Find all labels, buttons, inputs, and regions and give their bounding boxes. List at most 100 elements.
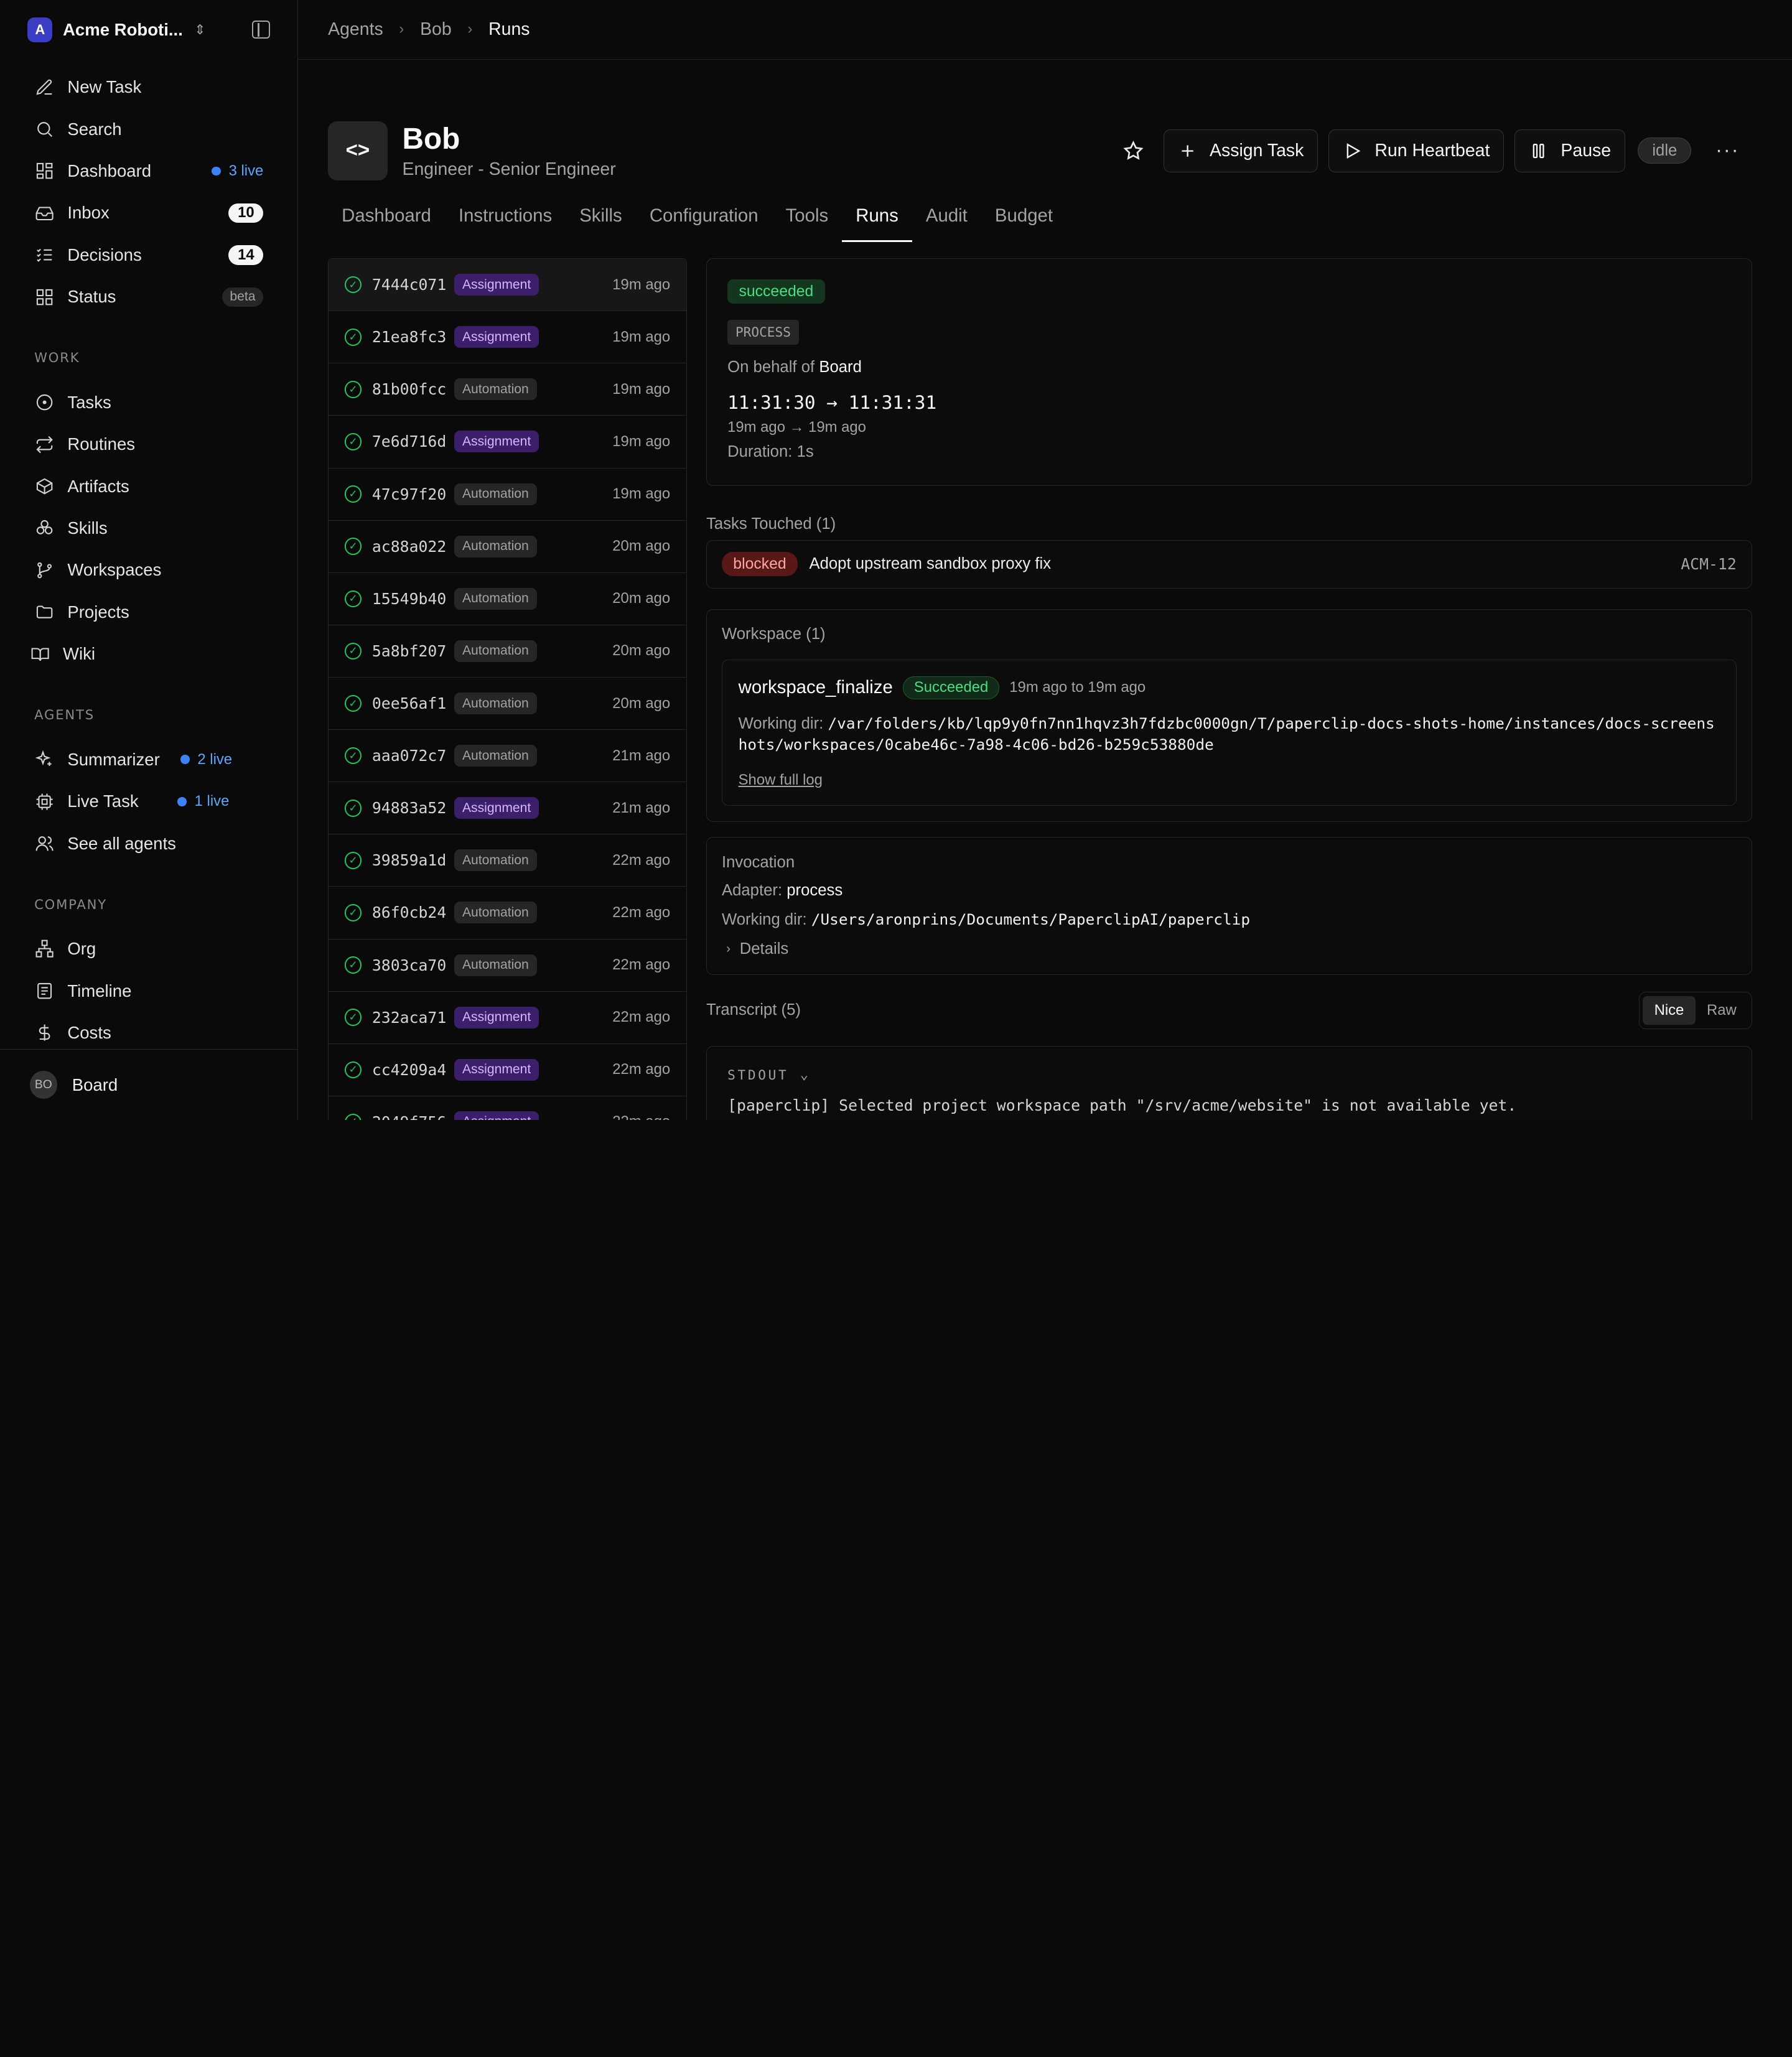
run-row[interactable]: ✓ 7444c071 Assignment 19m ago — [329, 259, 686, 312]
sidebar-item-label: Inbox — [67, 203, 110, 223]
run-row[interactable]: ✓ 15549b40 Automation 20m ago — [329, 573, 686, 625]
sidebar-item-org[interactable]: Org — [16, 928, 282, 969]
run-row[interactable]: ✓ 232aca71 Assignment 22m ago — [329, 992, 686, 1044]
pause-button[interactable]: Pause — [1514, 129, 1626, 173]
run-row[interactable]: ✓ 7e6d716d Assignment 19m ago — [329, 416, 686, 469]
run-id: cc4209a4 — [371, 1060, 447, 1079]
run-type-badge: Automation — [454, 745, 537, 767]
invocation-details-toggle[interactable]: › Details — [722, 940, 1737, 958]
sidebar-item-skills[interactable]: Skills — [16, 507, 282, 549]
run-id: 94883a52 — [371, 799, 447, 818]
check-circle-icon: ✓ — [344, 276, 362, 294]
run-row[interactable]: ✓ 0ee56af1 Automation 20m ago — [329, 678, 686, 730]
run-row[interactable]: ✓ 94883a52 Assignment 21m ago — [329, 782, 686, 835]
run-type-badge: Assignment — [454, 326, 539, 348]
check-circle-icon: ✓ — [344, 1113, 362, 1120]
sidebar-item-summarizer[interactable]: Summarizer 2 live — [16, 739, 282, 780]
run-id: aaa072c7 — [371, 747, 447, 765]
check-circle-icon: ✓ — [344, 590, 362, 608]
sidebar-item-label: New Task — [67, 77, 142, 97]
tab-instructions[interactable]: Instructions — [445, 205, 566, 243]
decisions-count-badge: 14 — [228, 245, 264, 265]
run-row[interactable]: ✓ 2049f756Assignment 22m ago — [329, 1096, 686, 1120]
run-type-badge: Automation — [454, 378, 537, 401]
task-row[interactable]: blocked Adopt upstream sandbox proxy fix… — [706, 540, 1752, 589]
user-menu[interactable]: BO Board — [0, 1049, 298, 1120]
run-row[interactable]: ✓ 47c97f20 Automation 19m ago — [329, 469, 686, 521]
run-row[interactable]: ✓ 39859a1d Automation 22m ago — [329, 834, 686, 887]
repeat-icon — [34, 434, 55, 455]
sidebar-item-artifacts[interactable]: Artifacts — [16, 465, 282, 507]
run-row[interactable]: ✓ 5a8bf207 Automation 20m ago — [329, 625, 686, 678]
run-row[interactable]: ✓ 21ea8fc3 Assignment 19m ago — [329, 311, 686, 364]
sidebar-item-decisions[interactable]: Decisions 14 — [16, 234, 282, 276]
run-relative-times: 19m ago → 19m ago — [727, 419, 866, 436]
run-time: 22m ago — [612, 1009, 671, 1026]
run-time: 20m ago — [612, 590, 671, 607]
run-row[interactable]: ✓ aaa072c7 Automation 21m ago — [329, 730, 686, 783]
sidebar-item-new-task[interactable]: New Task — [16, 67, 282, 108]
check-circle-icon: ✓ — [344, 747, 362, 765]
mode-nice-button[interactable]: Nice — [1643, 996, 1696, 1025]
task-status-badge: blocked — [721, 552, 798, 577]
live-dot-icon — [177, 796, 187, 806]
mode-raw-button[interactable]: Raw — [1696, 996, 1748, 1025]
sidebar-item-live-task[interactable]: Live Task 1 live — [16, 780, 282, 822]
more-options-icon[interactable]: ··· — [1715, 139, 1740, 162]
sidebar-item-dashboard[interactable]: Dashboard 3 live — [16, 150, 282, 192]
sidebar-item-workspaces[interactable]: Workspaces — [16, 549, 282, 591]
tab-skills[interactable]: Skills — [566, 205, 636, 243]
file-text-icon — [34, 981, 55, 1001]
sidebar-item-costs[interactable]: Costs — [16, 1012, 282, 1053]
tab-tools[interactable]: Tools — [772, 205, 842, 243]
show-full-log-link[interactable]: Show full log — [739, 772, 1720, 789]
run-id: 81b00fcc — [371, 380, 447, 399]
sidebar-item-search[interactable]: Search — [16, 108, 282, 150]
favorite-button[interactable] — [1114, 131, 1153, 170]
sidebar-item-routines[interactable]: Routines — [16, 423, 282, 465]
sidebar-item-timeline[interactable]: Timeline — [16, 970, 282, 1012]
run-heartbeat-button[interactable]: Run Heartbeat — [1328, 129, 1505, 173]
tab-runs[interactable]: Runs — [842, 205, 913, 243]
sidebar-item-tasks[interactable]: Tasks — [16, 381, 282, 423]
sidebar-item-inbox[interactable]: Inbox 10 — [16, 192, 282, 234]
sparkles-icon — [34, 749, 55, 770]
sidebar-item-projects[interactable]: Projects — [16, 591, 282, 633]
workspace-card: Workspace (1) workspace_finalize Succeed… — [706, 609, 1752, 823]
sidebar-item-status[interactable]: Status beta — [16, 276, 282, 318]
live-dot-icon — [212, 166, 221, 176]
nav-agents: Summarizer 2 live Live Task 1 live See a… — [0, 732, 297, 871]
transcript-label: Transcript (5) — [706, 1001, 801, 1019]
check-circle-icon: ✓ — [344, 904, 362, 921]
run-summary-card: succeeded PROCESS On behalf of Board 11:… — [706, 258, 1752, 486]
tab-budget[interactable]: Budget — [981, 205, 1066, 243]
tab-audit[interactable]: Audit — [912, 205, 981, 243]
run-row[interactable]: ✓ ac88a022 Automation 20m ago — [329, 521, 686, 573]
code-icon: <> — [328, 121, 388, 181]
run-row[interactable]: ✓ cc4209a4 Assignment 22m ago — [329, 1044, 686, 1096]
check-circle-icon: ✓ — [344, 328, 362, 346]
check-circle-icon: ✓ — [344, 694, 362, 712]
org-switcher[interactable]: A Acme Roboti... ⇕ — [0, 0, 297, 60]
run-id: 3803ca70 — [371, 956, 447, 974]
sidebar-item-see-all-agents[interactable]: See all agents — [16, 823, 282, 864]
run-type-badge: Automation — [454, 535, 537, 557]
run-row[interactable]: ✓ 86f0cb24 Automation 22m ago — [329, 887, 686, 940]
section-label-company: COMPANY — [34, 896, 108, 912]
live-indicator: 1 live — [177, 793, 229, 810]
assign-task-button[interactable]: Assign Task — [1163, 129, 1318, 173]
breadcrumb-bob[interactable]: Bob — [420, 19, 452, 40]
sidebar-item-wiki[interactable]: Wiki — [16, 633, 282, 675]
sidebar-collapse-icon[interactable] — [251, 21, 271, 39]
tab-dashboard[interactable]: Dashboard — [328, 205, 445, 243]
inbox-count-badge: 10 — [228, 203, 264, 223]
run-time: 21m ago — [612, 747, 671, 764]
grid-icon — [34, 161, 55, 182]
tab-configuration[interactable]: Configuration — [636, 205, 772, 243]
breadcrumb-agents[interactable]: Agents — [328, 19, 383, 40]
stdout-toggle[interactable]: STDOUT ⌄ — [727, 1067, 1730, 1083]
run-row[interactable]: ✓ 81b00fcc Automation 19m ago — [329, 363, 686, 416]
run-row[interactable]: ✓ 3803ca70 Automation 22m ago — [329, 940, 686, 992]
org-name: Acme Roboti... — [63, 19, 183, 39]
cpu-icon — [34, 791, 55, 812]
